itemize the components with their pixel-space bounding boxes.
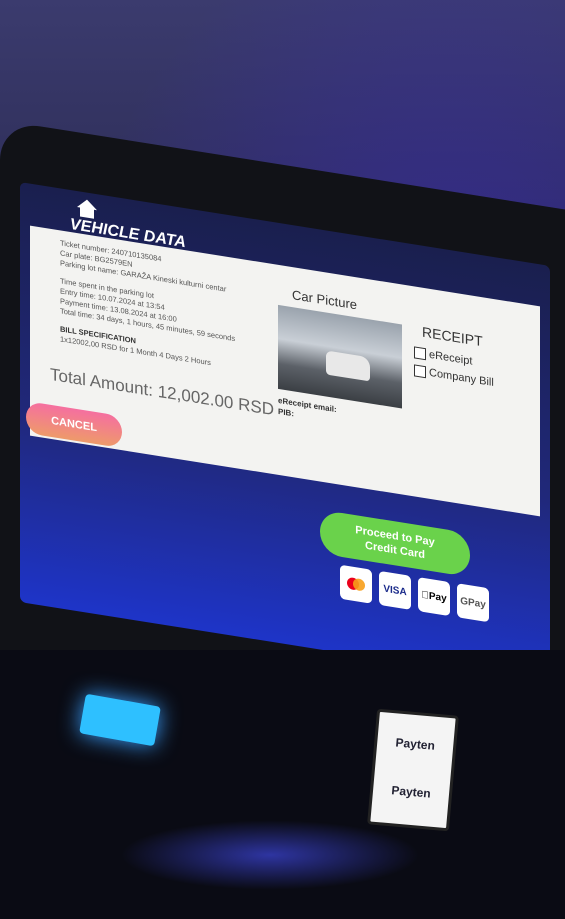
ereceipt-checkbox[interactable] bbox=[414, 346, 426, 361]
visa-icon: VISA bbox=[379, 570, 411, 610]
payment-methods: VISA Pay GPay bbox=[340, 564, 489, 623]
payten-logo-top: Payten bbox=[395, 735, 436, 753]
car-image bbox=[326, 350, 370, 382]
car-photo bbox=[278, 304, 402, 409]
payten-terminal[interactable]: Payten Payten bbox=[367, 708, 459, 832]
mastercard-icon bbox=[340, 564, 372, 604]
payten-logo-bottom: Payten bbox=[390, 783, 432, 801]
company-bill-label: Company Bill bbox=[429, 366, 494, 390]
vehicle-data-panel: Ticket number: 240710135084 Car plate: B… bbox=[30, 225, 540, 517]
apple-pay-icon: Pay bbox=[418, 577, 450, 617]
ereceipt-fields: eReceipt email: PIB: bbox=[278, 395, 337, 426]
company-bill-option[interactable]: Company Bill bbox=[414, 364, 494, 389]
apple-icon:  bbox=[421, 589, 429, 601]
kiosk-screen: VEHICLE DATA Ticket number: 240710135084… bbox=[20, 182, 550, 686]
receipt-title: RECEIPT bbox=[422, 323, 483, 350]
ereceipt-option[interactable]: eReceipt bbox=[414, 346, 473, 368]
company-bill-checkbox[interactable] bbox=[414, 364, 426, 379]
led-glow bbox=[120, 820, 420, 890]
ticket-info: Ticket number: 240710135084 Car plate: B… bbox=[60, 238, 260, 376]
apple-pay-label: Pay bbox=[425, 589, 447, 604]
google-pay-icon: GPay bbox=[457, 583, 489, 623]
ereceipt-label: eReceipt bbox=[429, 348, 473, 368]
